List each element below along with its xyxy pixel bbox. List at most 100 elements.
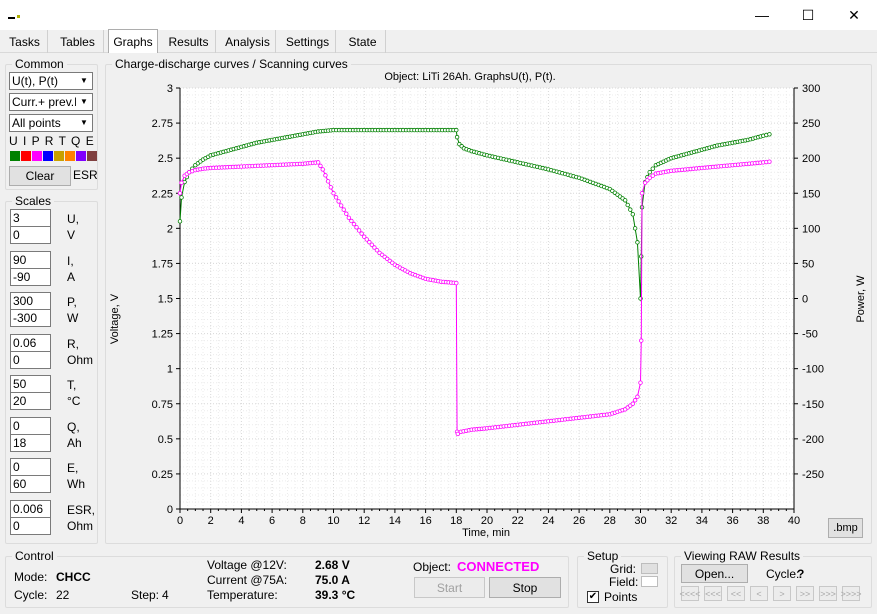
curve-select[interactable]: Curr.+ prev.L ▼ <box>9 93 93 111</box>
scale-max-input[interactable]: 0.006 <box>10 499 51 518</box>
chevron-down-icon: ▼ <box>76 73 92 89</box>
field-color-swatch[interactable] <box>641 576 658 587</box>
minimize-button[interactable]: — <box>739 0 785 30</box>
series-color-swatch[interactable] <box>10 151 20 161</box>
scale-min-input[interactable]: -90 <box>10 267 51 286</box>
raw-nav-button[interactable]: > <box>773 586 791 601</box>
y2-tick-label: -200 <box>802 434 824 446</box>
y-tick-label: 0.75 <box>152 399 173 411</box>
raw-nav-button[interactable]: >> <box>796 586 814 601</box>
tab-state[interactable]: State <box>340 30 386 53</box>
y-tick-label: 2.75 <box>152 118 173 130</box>
series-point <box>625 202 630 208</box>
tab-tasks[interactable]: Tasks <box>2 30 48 53</box>
tab-analysis[interactable]: Analysis <box>220 30 276 53</box>
graph-type-select[interactable]: U(t), P(t) ▼ <box>9 72 93 90</box>
scale-min-input[interactable]: 20 <box>10 392 51 410</box>
x-tick-label: 8 <box>300 515 306 527</box>
y-tick-label: 2.25 <box>152 188 173 200</box>
raw-nav-button[interactable]: << <box>727 586 745 601</box>
tab-tables[interactable]: Tables <box>52 30 104 53</box>
points-value: All points <box>12 116 61 130</box>
series-point <box>454 127 459 133</box>
series-color-swatch[interactable] <box>76 151 86 161</box>
scale-min-input[interactable]: 0 <box>10 350 51 369</box>
series-color-swatch[interactable] <box>43 151 53 161</box>
x-tick-label: 6 <box>269 515 275 527</box>
raw-nav-button[interactable]: <<<< <box>679 586 701 601</box>
y-tick-label: 0 <box>167 504 173 516</box>
raw-cycle-label: Cycle: <box>766 567 800 581</box>
series-color-swatch[interactable] <box>54 151 64 161</box>
series-point <box>767 132 772 137</box>
scale-min-input[interactable]: 60 <box>10 475 51 493</box>
series-point <box>320 167 325 172</box>
chart: 0 2 4 6 8 10 12 14 16 18 20 22 24 26 28 30 32 34 36 38 4000.… <box>109 71 867 539</box>
points-select[interactable]: All points ▼ <box>9 114 93 132</box>
scale-max-input[interactable]: 3 <box>10 209 51 227</box>
series-letters: U I P R T Q E <box>9 134 95 148</box>
field-label: Field: <box>609 575 639 589</box>
scale-max-input[interactable]: 90 <box>10 250 51 269</box>
raw-nav-button[interactable]: >>> <box>819 586 837 601</box>
series-point <box>647 169 652 175</box>
tab-graphs[interactable]: Graphs <box>108 29 158 53</box>
raw-nav-button[interactable]: >>>> <box>840 586 862 601</box>
x-tick-label: 24 <box>542 515 554 527</box>
scale-name-label: E, <box>67 461 79 475</box>
current-value: 75.0 A <box>315 573 350 587</box>
tab-results[interactable]: Results <box>162 30 216 53</box>
scale-name-label: Q, <box>67 419 80 434</box>
series-point <box>354 225 359 230</box>
scale-unit-label: V <box>67 228 76 242</box>
scale-min-input[interactable]: 0 <box>10 226 51 244</box>
scale-name-label: T, <box>67 378 77 392</box>
scale-max-input[interactable]: 0 <box>10 458 51 476</box>
scale-max-input[interactable]: 0.06 <box>10 333 51 352</box>
scale-min-input[interactable]: -300 <box>10 309 51 327</box>
series-point <box>341 207 346 212</box>
points-checkbox[interactable]: ✔ <box>587 591 599 603</box>
clear-button[interactable]: Clear <box>9 166 71 186</box>
series-point <box>630 212 636 217</box>
y2-tick-label: 200 <box>802 153 820 165</box>
chevron-down-icon: ▼ <box>76 94 92 110</box>
x-tick-label: 4 <box>238 515 244 527</box>
series-point <box>628 207 633 212</box>
scale-max-input[interactable]: 50 <box>10 375 51 393</box>
scale-min-input[interactable]: 0 <box>10 516 51 535</box>
stop-button[interactable]: Stop <box>489 577 561 598</box>
maximize-button[interactable]: ☐ <box>785 0 831 30</box>
series-point <box>632 226 638 231</box>
scale-min-input[interactable]: 18 <box>10 433 51 452</box>
x-tick-label: 20 <box>481 515 493 527</box>
close-button[interactable]: ✕ <box>831 0 877 30</box>
start-button[interactable]: Start <box>414 577 485 598</box>
series-color-swatch[interactable] <box>21 151 31 161</box>
tab-settings[interactable]: Settings <box>280 30 336 53</box>
scale-max-input[interactable]: 0 <box>10 416 51 435</box>
series-point <box>179 195 184 200</box>
series-color-swatch[interactable] <box>65 151 75 161</box>
scales-legend: Scales <box>15 194 52 208</box>
x-tick-label: 30 <box>634 515 646 527</box>
y2-tick-label: 0 <box>802 294 808 306</box>
scale-unit-label: W <box>67 311 79 325</box>
series-point <box>638 380 643 385</box>
tab-bar: Tasks Tables Graphs Results Analysis Set… <box>0 29 877 53</box>
raw-nav-button[interactable]: <<< <box>704 586 722 601</box>
open-raw-button[interactable]: Open... <box>681 564 748 583</box>
save-bmp-button[interactable]: .bmp <box>828 518 863 538</box>
series-point <box>177 191 183 196</box>
y-tick-label: 1.75 <box>152 258 173 270</box>
setup-legend: Setup <box>587 549 619 563</box>
series-color-swatch[interactable] <box>32 151 42 161</box>
raw-nav-button[interactable]: < <box>750 586 768 601</box>
grid-color-swatch[interactable] <box>641 563 658 574</box>
common-legend: Common <box>15 57 64 71</box>
scale-unit-label: Ah <box>67 435 82 450</box>
x-tick-label: 32 <box>665 515 677 527</box>
series-color-swatch[interactable] <box>87 151 97 161</box>
scale-max-input[interactable]: 300 <box>10 292 51 310</box>
voltage-value: 2.68 V <box>315 558 350 572</box>
